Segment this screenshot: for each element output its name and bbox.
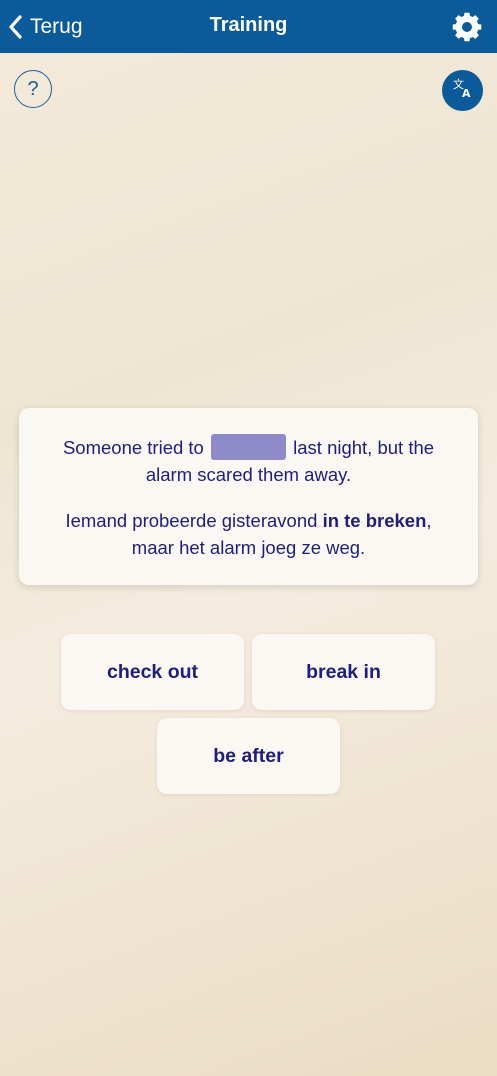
top-bar: Terug Training — [0, 0, 497, 53]
translate-button[interactable]: 文 A — [442, 70, 483, 111]
translation-highlight: in te breken — [322, 510, 427, 531]
translate-icon: 文 A — [451, 76, 475, 105]
page-title: Training — [209, 14, 288, 36]
gear-icon — [451, 12, 483, 47]
option-break-in[interactable]: break in — [252, 634, 435, 710]
translation-part-before: Iemand probeerde gisteravond — [65, 510, 318, 531]
question-icon: ? — [27, 77, 39, 100]
exercise-card: Someone tried to last night, but the ala… — [19, 408, 478, 585]
sentence-part-before: Someone tried to — [62, 437, 204, 458]
help-button[interactable]: ? — [14, 70, 52, 108]
answer-blank — [211, 434, 286, 460]
dutch-translation: Iemand probeerde gisteravond in te breke… — [47, 507, 450, 561]
settings-button[interactable] — [451, 11, 483, 43]
english-sentence: Someone tried to last night, but the ala… — [47, 434, 450, 488]
svg-text:A: A — [462, 87, 471, 100]
option-be-after[interactable]: be after — [157, 718, 340, 794]
option-check-out[interactable]: check out — [61, 634, 244, 710]
